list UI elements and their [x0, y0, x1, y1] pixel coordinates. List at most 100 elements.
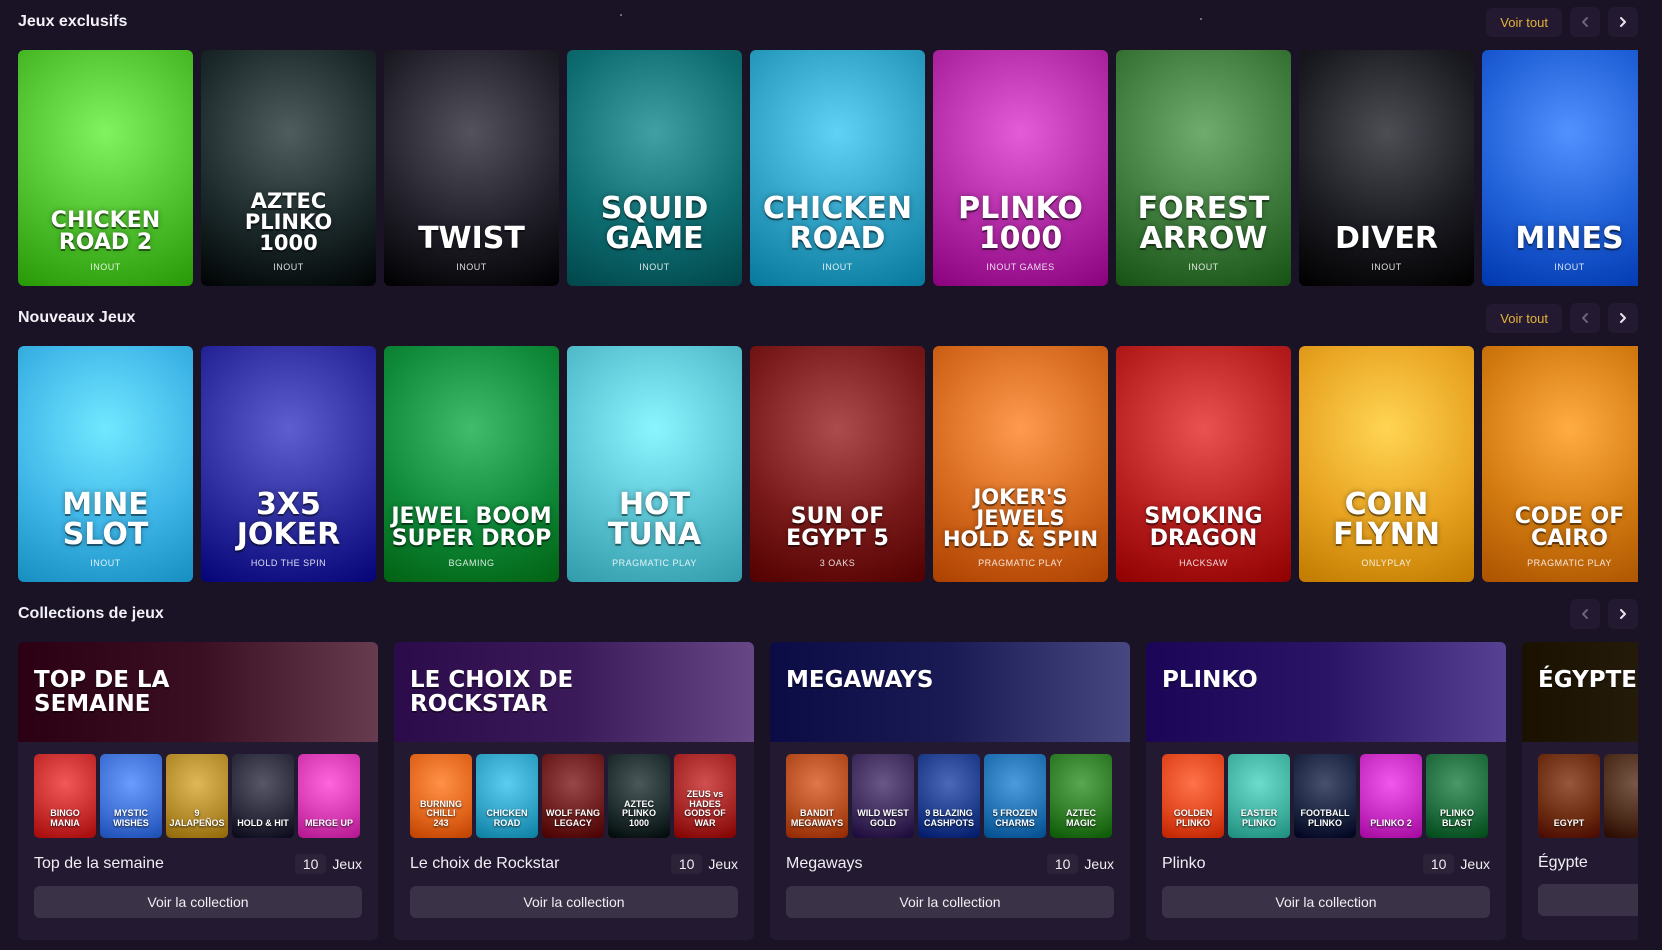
next-button[interactable] — [1608, 599, 1638, 629]
next-button[interactable] — [1608, 303, 1638, 333]
game-tile[interactable]: TWIST INOUT — [384, 50, 559, 286]
collection-banner-title: ÉGYPTE — [1538, 667, 1637, 693]
collection-game-thumb[interactable]: 9 JALAPEÑOS — [166, 754, 228, 838]
thumb-label: MYSTIC WISHES — [113, 808, 149, 828]
game-tile[interactable]: SQUID GAME INOUT — [567, 50, 742, 286]
collection-game-count: 10 Jeux — [1422, 854, 1490, 874]
collection-card[interactable]: TOP DE LA SEMAINE BINGO MANIA MYSTIC WISHE… — [18, 642, 378, 940]
view-collection-button[interactable]: Voir la collection — [410, 886, 738, 918]
count-label: Jeux — [708, 856, 738, 872]
game-tile[interactable]: COIN FLYNN ONLYPLAY — [1299, 346, 1474, 582]
prev-button[interactable] — [1570, 7, 1600, 37]
game-title: PLINKO 1000 — [958, 191, 1083, 256]
game-title: CHICKEN ROAD 2 — [50, 208, 161, 255]
collection-game-thumb[interactable]: 5 FROZEN CHARMS — [984, 754, 1046, 838]
collection-game-thumb[interactable] — [1604, 754, 1638, 838]
collection-game-thumb[interactable]: CHICKEN ROAD — [476, 754, 538, 838]
game-tile[interactable]: SMOKING DRAGON HACKSAW — [1116, 346, 1291, 582]
collection-banner: TOP DE LA SEMAINE — [18, 642, 378, 742]
game-tile[interactable]: HOT TUNA PRAGMATIC PLAY — [567, 346, 742, 582]
collection-banner: PLINKO — [1146, 642, 1506, 742]
collection-game-thumb[interactable]: PLINKO 2 — [1360, 754, 1422, 838]
collection-game-thumb[interactable]: AZTEC PLINKO 1000 — [608, 754, 670, 838]
count-label: Jeux — [332, 856, 362, 872]
collection-name: Plinko — [1162, 855, 1206, 872]
collection-card[interactable]: PLINKO GOLDEN PLINKO EASTER PLINKO FOOTBALL… — [1146, 642, 1506, 940]
thumb-label: PLINKO 2 — [1370, 817, 1412, 828]
collection-name: Égypte — [1538, 854, 1588, 871]
collection-banner-title: PLINKO — [1162, 667, 1258, 693]
game-provider: ONLYPLAY — [1361, 558, 1412, 568]
prev-button[interactable] — [1570, 303, 1600, 333]
prev-button[interactable] — [1570, 599, 1600, 629]
game-tile[interactable]: CHICKEN ROAD INOUT — [750, 50, 925, 286]
game-tile[interactable]: PLINKO 1000 INOUT GAMES — [933, 50, 1108, 286]
collection-banner-title: TOP DE LA SEMAINE — [34, 667, 170, 718]
collection-game-thumb[interactable]: BANDIT MEGAWAYS — [786, 754, 848, 838]
collection-game-count: 10 Jeux — [670, 854, 738, 874]
collection-game-thumb[interactable]: ZEUS vs HADES GODS OF WAR — [674, 754, 736, 838]
collection-game-thumb[interactable]: BINGO MANIA — [34, 754, 96, 838]
collection-info: Megaways 10 Jeux — [770, 838, 1130, 874]
game-tile[interactable]: 3X5 JOKER HOLD THE SPIN — [201, 346, 376, 582]
collection-card[interactable]: LE CHOIX DE ROCKSTAR BURNING CHILLI 243 CH… — [394, 642, 754, 940]
game-tile[interactable]: JEWEL BOOM SUPER DROP BGAMING — [384, 346, 559, 582]
game-tile[interactable]: DIVER INOUT — [1299, 50, 1474, 286]
view-collection-button[interactable]: Voir la collection — [34, 886, 362, 918]
game-tile[interactable]: FOREST ARROW INOUT — [1116, 50, 1291, 286]
game-tile[interactable]: CODE OF CAIRO PRAGMATIC PLAY — [1482, 346, 1638, 582]
collection-game-thumb[interactable]: PLINKO BLAST — [1426, 754, 1488, 838]
collection-game-thumb[interactable]: MYSTIC WISHES — [100, 754, 162, 838]
collection-game-thumb[interactable]: FOOTBALL PLINKO — [1294, 754, 1356, 838]
thumb-label: MERGE UP — [304, 817, 353, 828]
see-all-button[interactable]: Voir tout — [1486, 7, 1562, 37]
collection-game-thumb[interactable]: EGYPT — [1538, 754, 1600, 838]
exclusive-games-section: Jeux exclusifs Voir tout CHICKEN ROAD 2 I… — [18, 4, 1638, 286]
collection-info: Top de la semaine 10 Jeux — [18, 838, 378, 874]
collection-game-thumb[interactable]: AZTEC MAGIC — [1050, 754, 1112, 838]
game-title: MINES — [1515, 221, 1624, 256]
collection-game-thumb[interactable]: WOLF FANG LEGACY — [542, 754, 604, 838]
view-collection-button[interactable] — [1538, 884, 1638, 916]
collection-game-thumb[interactable]: EASTER PLINKO — [1228, 754, 1290, 838]
section-header: Nouveaux Jeux Voir tout — [18, 300, 1638, 336]
collection-thumbnails: GOLDEN PLINKO EASTER PLINKO FOOTBALL PLINK… — [1146, 742, 1506, 838]
collection-game-thumb[interactable]: WILD WEST GOLD — [852, 754, 914, 838]
game-tile[interactable]: CHICKEN ROAD 2 INOUT — [18, 50, 193, 286]
thumb-label: WILD WEST GOLD — [857, 808, 909, 828]
view-collection-button[interactable]: Voir la collection — [1162, 886, 1490, 918]
game-tile[interactable]: AZTEC PLINKO 1000 INOUT — [201, 50, 376, 286]
count-number: 10 — [1422, 854, 1455, 874]
see-all-button[interactable]: Voir tout — [1486, 303, 1562, 333]
collection-card[interactable]: ÉGYPTE EGYPT Égypte — [1522, 642, 1638, 940]
thumb-label: EGYPT — [1553, 817, 1585, 828]
section-header: Jeux exclusifs Voir tout — [18, 4, 1638, 40]
thumb-label: HOLD & HIT — [237, 817, 289, 828]
next-button[interactable] — [1608, 7, 1638, 37]
collection-thumbnails: EGYPT — [1522, 742, 1638, 838]
collection-game-thumb[interactable]: BURNING CHILLI 243 — [410, 754, 472, 838]
collection-game-thumb[interactable]: HOLD & HIT — [232, 754, 294, 838]
game-title: 3X5 JOKER — [236, 487, 341, 552]
thumb-label: AZTEC MAGIC — [1066, 808, 1096, 828]
collection-card[interactable]: MEGAWAYS BANDIT MEGAWAYS WILD WEST GOLD 9 B… — [770, 642, 1130, 940]
game-tile[interactable]: SUN OF EGYPT 5 3 OAKS — [750, 346, 925, 582]
game-provider: INOUT — [1371, 262, 1402, 272]
collection-game-thumb[interactable]: GOLDEN PLINKO — [1162, 754, 1224, 838]
view-collection-button[interactable]: Voir la collection — [786, 886, 1114, 918]
game-title: TWIST — [418, 221, 525, 256]
collection-game-thumb[interactable]: 9 BLAZING CASHPOTS — [918, 754, 980, 838]
collection-game-count: 10 Jeux — [294, 854, 362, 874]
game-tile[interactable]: MINES INOUT — [1482, 50, 1638, 286]
collection-game-thumb[interactable]: MERGE UP — [298, 754, 360, 838]
game-tile[interactable]: JOKER'S JEWELS HOLD & SPIN PRAGMATIC PLAY — [933, 346, 1108, 582]
game-title: MINE SLOT — [62, 487, 149, 552]
game-title: SUN OF EGYPT 5 — [786, 504, 889, 551]
thumb-label: GOLDEN PLINKO — [1173, 808, 1213, 828]
thumb-label: 5 FROZEN CHARMS — [992, 808, 1038, 828]
game-title: JOKER'S JEWELS HOLD & SPIN — [942, 485, 1099, 551]
game-provider: HACKSAW — [1179, 558, 1228, 568]
game-title: COIN FLYNN — [1333, 487, 1440, 552]
game-tile[interactable]: MINE SLOT INOUT — [18, 346, 193, 582]
thumb-label: 9 BLAZING CASHPOTS — [923, 808, 974, 828]
